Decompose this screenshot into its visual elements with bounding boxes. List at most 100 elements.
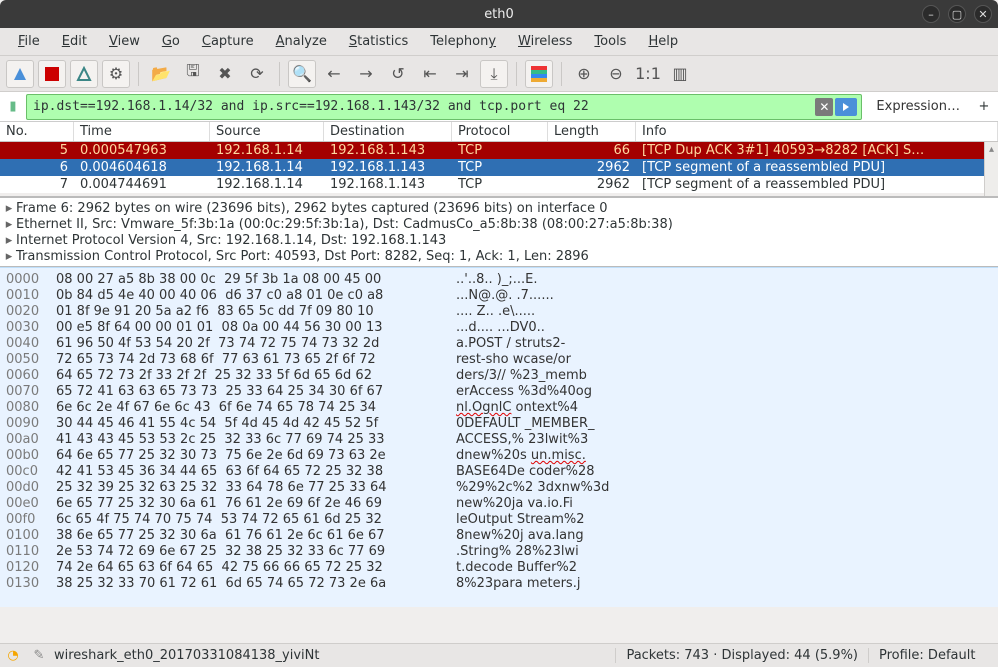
colorize-button[interactable]: [525, 60, 553, 88]
stop-capture-button[interactable]: [38, 60, 66, 88]
resize-columns-button[interactable]: ▥: [666, 60, 694, 88]
find-packet-button[interactable]: 🔍: [288, 60, 316, 88]
scroll-up-icon[interactable]: ▴: [985, 142, 998, 156]
add-filter-button[interactable]: +: [974, 99, 994, 114]
col-header-len[interactable]: Length: [548, 122, 636, 141]
go-prev-button[interactable]: ←: [320, 60, 348, 88]
display-filter-text: ip.dst==192.168.1.14/32 and ip.src==192.…: [33, 99, 589, 114]
col-header-time[interactable]: Time: [74, 122, 210, 141]
hex-row[interactable]: 003000 e5 8f 64 00 00 01 01 08 0a 00 44 …: [6, 320, 992, 336]
start-capture-button[interactable]: [6, 60, 34, 88]
hex-row[interactable]: 00100b 84 d5 4e 40 00 40 06 d6 37 c0 a8 …: [6, 288, 992, 304]
zoom-in-button[interactable]: ⊕: [570, 60, 598, 88]
expand-icon[interactable]: ▸: [4, 217, 14, 232]
menu-wireless[interactable]: Wireless: [508, 31, 582, 52]
hex-row[interactable]: 00c042 41 53 45 36 34 44 65 63 6f 64 65 …: [6, 464, 992, 480]
col-header-info[interactable]: Info: [636, 122, 998, 141]
menu-file[interactable]: File: [8, 31, 50, 52]
hex-row[interactable]: 00b064 6e 65 77 25 32 30 73 75 6e 2e 6d …: [6, 448, 992, 464]
detail-line[interactable]: ▸Internet Protocol Version 4, Src: 192.1…: [4, 232, 994, 248]
window-titlebar: eth0 – ▢ ✕: [0, 0, 998, 28]
hex-row[interactable]: 005072 65 73 74 2d 73 68 6f 77 63 61 73 …: [6, 352, 992, 368]
col-header-no[interactable]: No.: [0, 122, 74, 141]
zoom-reset-icon: 1:1: [635, 64, 661, 83]
menubar: File Edit View Go Capture Analyze Statis…: [0, 28, 998, 56]
hex-row[interactable]: 00d025 32 39 25 32 63 25 32 33 64 78 6e …: [6, 480, 992, 496]
save-button[interactable]: 🖫: [179, 60, 207, 88]
expand-icon[interactable]: ▸: [4, 249, 14, 264]
window-close-button[interactable]: ✕: [974, 5, 992, 23]
display-filter-input[interactable]: ip.dst==192.168.1.14/32 and ip.src==192.…: [26, 94, 862, 120]
go-next-button[interactable]: →: [352, 60, 380, 88]
menu-tools[interactable]: Tools: [584, 31, 636, 52]
packet-list-body[interactable]: 50.000547963192.168.1.14192.168.1.143TCP…: [0, 142, 998, 196]
detail-line[interactable]: ▸Transmission Control Protocol, Src Port…: [4, 248, 994, 264]
go-first-button[interactable]: ⇤: [416, 60, 444, 88]
hex-row[interactable]: 004061 96 50 4f 53 54 20 2f 73 74 72 75 …: [6, 336, 992, 352]
reload-button[interactable]: ⟳: [243, 60, 271, 88]
hex-row[interactable]: 007065 72 41 63 63 65 73 73 25 33 64 25 …: [6, 384, 992, 400]
hex-row[interactable]: 013038 25 32 33 70 61 72 61 6d 65 74 65 …: [6, 576, 992, 592]
gear-icon: ⚙: [109, 64, 123, 83]
packet-list-scrollbar[interactable]: ▴: [984, 142, 998, 196]
display-filter-bar: ▮ ip.dst==192.168.1.14/32 and ip.src==19…: [0, 92, 998, 122]
expand-icon[interactable]: ▸: [4, 201, 14, 216]
restart-capture-button[interactable]: [70, 60, 98, 88]
hex-row[interactable]: 00a041 43 43 45 53 53 2c 25 32 33 6c 77 …: [6, 432, 992, 448]
jump-icon: ↺: [391, 64, 404, 83]
profile-label[interactable]: Profile: Default: [868, 648, 998, 663]
first-icon: ⇤: [423, 64, 436, 83]
packet-row[interactable]: 70.004744691192.168.1.14192.168.1.143TCP…: [0, 176, 998, 193]
menu-view[interactable]: View: [99, 31, 150, 52]
menu-analyze[interactable]: Analyze: [266, 31, 337, 52]
menu-help[interactable]: Help: [638, 31, 688, 52]
clear-filter-button[interactable]: ✕: [815, 98, 833, 116]
hex-row[interactable]: 00e06e 65 77 25 32 30 6a 61 76 61 2e 69 …: [6, 496, 992, 512]
expression-button[interactable]: Expression…: [866, 99, 970, 114]
hex-row[interactable]: 000008 00 27 a5 8b 38 00 0c 29 5f 3b 1a …: [6, 272, 992, 288]
col-header-src[interactable]: Source: [210, 122, 324, 141]
hex-row[interactable]: 002001 8f 9e 91 20 5a a2 f6 83 65 5c dd …: [6, 304, 992, 320]
col-header-proto[interactable]: Protocol: [452, 122, 548, 141]
auto-scroll-button[interactable]: ⤓: [480, 60, 508, 88]
toolbar: ⚙ 📂 🖫 ✖ ⟳ 🔍 ← → ↺ ⇤ ⇥ ⤓ ⊕ ⊖ 1:1 ▥: [0, 56, 998, 92]
hex-row[interactable]: 012074 2e 64 65 63 6f 64 65 42 75 66 66 …: [6, 560, 992, 576]
close-file-button[interactable]: ✖: [211, 60, 239, 88]
hex-row[interactable]: 006064 65 72 73 2f 33 2f 2f 25 32 33 5f …: [6, 368, 992, 384]
expert-info-icon[interactable]: ◔: [0, 648, 26, 663]
detail-line[interactable]: ▸Ethernet II, Src: Vmware_5f:3b:1a (00:0…: [4, 216, 994, 232]
menu-go[interactable]: Go: [152, 31, 190, 52]
packet-bytes[interactable]: 000008 00 27 a5 8b 38 00 0c 29 5f 3b 1a …: [0, 267, 998, 607]
apply-filter-button[interactable]: [835, 98, 857, 116]
window-minimize-button[interactable]: –: [922, 5, 940, 23]
zoom-out-icon: ⊖: [609, 64, 622, 83]
col-header-dst[interactable]: Destination: [324, 122, 452, 141]
hex-row[interactable]: 009030 44 45 46 41 55 4c 54 5f 4d 45 4d …: [6, 416, 992, 432]
zoom-reset-button[interactable]: 1:1: [634, 60, 662, 88]
zoom-out-button[interactable]: ⊖: [602, 60, 630, 88]
save-icon: 🖫: [186, 60, 200, 87]
menu-capture[interactable]: Capture: [192, 31, 264, 52]
packet-row[interactable]: 50.000547963192.168.1.14192.168.1.143TCP…: [0, 142, 998, 159]
capture-file-icon[interactable]: ✎: [26, 648, 52, 663]
statusbar: ◔ ✎ wireshark_eth0_20170331084138_yiviNt…: [0, 643, 998, 667]
window-maximize-button[interactable]: ▢: [948, 5, 966, 23]
menu-edit[interactable]: Edit: [52, 31, 97, 52]
menu-telephony[interactable]: Telephony: [420, 31, 506, 52]
capture-options-button[interactable]: ⚙: [102, 60, 130, 88]
open-file-button[interactable]: 📂: [147, 60, 175, 88]
go-last-button[interactable]: ⇥: [448, 60, 476, 88]
go-conversation-button[interactable]: ↺: [384, 60, 412, 88]
menu-statistics[interactable]: Statistics: [339, 31, 418, 52]
folder-icon: 📂: [151, 64, 171, 83]
bookmark-filter-icon[interactable]: ▮: [4, 98, 22, 116]
detail-line[interactable]: ▸Frame 6: 2962 bytes on wire (23696 bits…: [4, 200, 994, 216]
hex-row[interactable]: 00806e 6c 2e 4f 67 6e 6c 43 6f 6e 74 65 …: [6, 400, 992, 416]
hex-row[interactable]: 01102e 53 74 72 69 6e 67 25 32 38 25 32 …: [6, 544, 992, 560]
hex-row[interactable]: 010038 6e 65 77 25 32 30 6a 61 76 61 2e …: [6, 528, 992, 544]
expand-icon[interactable]: ▸: [4, 233, 14, 248]
packet-row[interactable]: 60.004604618192.168.1.14192.168.1.143TCP…: [0, 159, 998, 176]
hex-row[interactable]: 00f06c 65 4f 75 74 70 75 74 53 74 72 65 …: [6, 512, 992, 528]
arrow-right-icon: →: [359, 64, 372, 83]
packet-details[interactable]: ▸Frame 6: 2962 bytes on wire (23696 bits…: [0, 197, 998, 267]
